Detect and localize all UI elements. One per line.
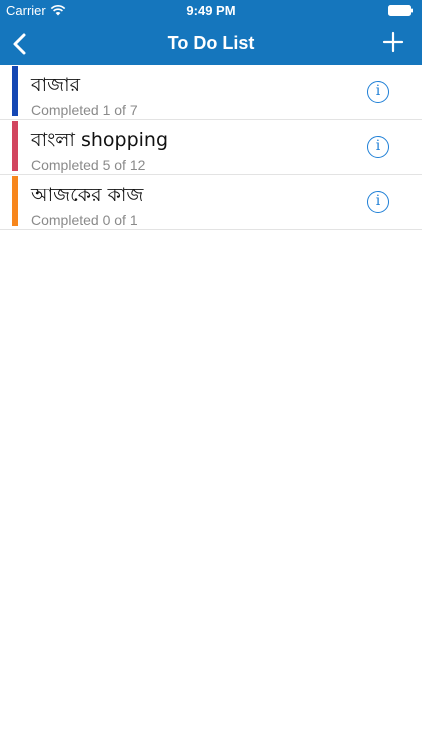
header: Carrier 9:49 PM To Do List — [0, 0, 422, 65]
list-title: বাজার — [31, 74, 81, 96]
list-title: আজকের কাজ — [31, 184, 144, 206]
list-color-bar — [12, 121, 18, 171]
list-color-bar — [12, 176, 18, 226]
status-time: 9:49 PM — [186, 3, 236, 18]
list-progress: Completed 5 of 12 — [31, 157, 146, 173]
list-progress: Completed 0 of 1 — [31, 212, 138, 228]
info-button[interactable]: i — [367, 136, 389, 158]
todo-lists: বাজার Completed 1 of 7 i বাংলা shopping … — [0, 65, 422, 230]
list-item[interactable]: আজকের কাজ Completed 0 of 1 i — [0, 175, 422, 230]
page-title: To Do List — [167, 33, 255, 53]
list-item[interactable]: বাংলা shopping Completed 5 of 12 i — [0, 120, 422, 175]
add-button[interactable] — [382, 30, 404, 54]
list-title: বাংলা shopping — [31, 129, 169, 151]
info-button[interactable]: i — [367, 81, 389, 103]
list-item[interactable]: বাজার Completed 1 of 7 i — [0, 65, 422, 120]
status-bar: Carrier 9:49 PM — [0, 0, 422, 22]
list-color-bar — [12, 66, 18, 116]
info-button[interactable]: i — [367, 191, 389, 213]
list-progress: Completed 1 of 7 — [31, 102, 138, 118]
nav-bar: To Do List — [0, 22, 422, 65]
battery-icon — [388, 5, 413, 16]
plus-icon — [382, 31, 404, 53]
